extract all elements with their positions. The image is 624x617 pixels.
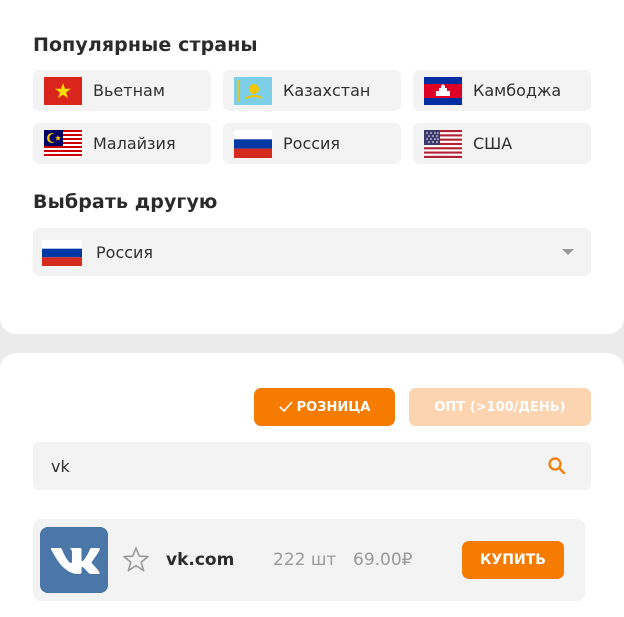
russia-flag-icon <box>42 240 82 266</box>
service-price: 69.00₽ <box>353 550 413 570</box>
country-name: Россия <box>283 134 341 153</box>
country-name: Малайзия <box>93 134 176 153</box>
kazakhstan-flag-icon <box>234 77 272 105</box>
popular-countries-heading: Популярные страны <box>33 34 258 56</box>
country-option-usa[interactable]: США <box>413 123 591 164</box>
country-name: Казахстан <box>283 81 371 100</box>
check-icon <box>279 401 293 413</box>
search-icon[interactable] <box>547 456 567 476</box>
chevron-down-icon <box>562 249 574 255</box>
selected-country-label: Россия <box>96 243 154 262</box>
wholesale-button-label: ОПТ (>100/ДЕНЬ) <box>434 399 566 415</box>
retail-button-label: РОЗНИЦА <box>296 399 371 415</box>
country-name: Вьетнам <box>93 81 165 100</box>
country-option-russia[interactable]: Россия <box>223 123 401 164</box>
malaysia-flag-icon <box>44 130 82 158</box>
country-selector-card: Популярные страны Вьетнам Казахстан Камб… <box>0 0 624 334</box>
country-option-kazakhstan[interactable]: Казахстан <box>223 70 401 111</box>
usa-flag-icon <box>424 130 462 158</box>
country-option-vietnam[interactable]: Вьетнам <box>33 70 211 111</box>
search-input[interactable] <box>51 454 531 478</box>
vk-logo <box>40 527 108 593</box>
country-select[interactable]: Россия <box>33 228 591 276</box>
buy-button[interactable]: КУПИТЬ <box>462 541 564 579</box>
service-search <box>33 442 591 490</box>
country-option-malaysia[interactable]: Малайзия <box>33 123 211 164</box>
country-name: Камбоджа <box>473 81 562 100</box>
service-quantity: 222 шт <box>273 550 337 570</box>
country-option-cambodia[interactable]: Камбоджа <box>413 70 591 111</box>
choose-other-heading: Выбрать другую <box>33 191 218 213</box>
star-outline-icon[interactable] <box>122 546 150 574</box>
service-row: vk.com 222 шт 69.00₽ КУПИТЬ <box>33 519 585 601</box>
retail-button[interactable]: РОЗНИЦА <box>254 388 395 426</box>
russia-flag-icon <box>234 130 272 158</box>
country-name: США <box>473 134 513 153</box>
wholesale-button[interactable]: ОПТ (>100/ДЕНЬ) <box>409 388 591 426</box>
vietnam-flag-icon <box>44 77 82 105</box>
cambodia-flag-icon <box>424 77 462 105</box>
service-name: vk.com <box>166 550 235 570</box>
